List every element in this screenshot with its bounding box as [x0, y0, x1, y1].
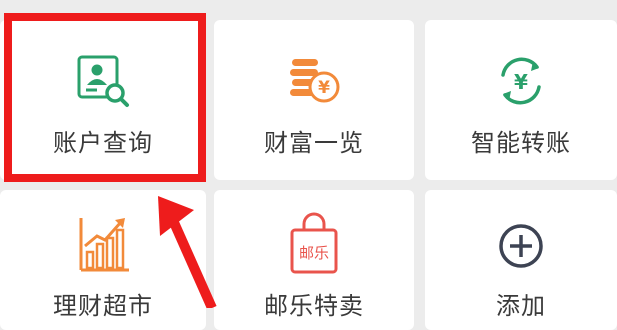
- account-query-tile[interactable]: 账户查询: [0, 20, 206, 180]
- youle-sale-tile[interactable]: 邮乐 邮乐特卖: [214, 190, 414, 330]
- tile-label: 智能转账: [471, 129, 571, 157]
- svg-text:¥: ¥: [514, 70, 528, 94]
- bag-text: 邮乐: [299, 244, 329, 262]
- account-search-icon: [77, 55, 129, 107]
- tile-label: 账户查询: [53, 129, 153, 157]
- smart-transfer-tile[interactable]: ¥ 智能转账: [425, 20, 617, 180]
- wealth-market-tile[interactable]: 理财超市: [0, 190, 206, 330]
- tile-label: 邮乐特卖: [264, 292, 364, 320]
- growth-chart-icon: [79, 218, 129, 272]
- coins-yen-icon: ¥: [290, 59, 340, 103]
- shopping-bag-icon: 邮乐: [290, 212, 338, 274]
- add-tile[interactable]: 添加: [425, 190, 617, 330]
- tile-label: 添加: [496, 292, 546, 320]
- wealth-overview-tile[interactable]: ¥ 财富一览: [214, 20, 414, 180]
- yen-exchange-icon: ¥: [501, 57, 541, 105]
- svg-text:¥: ¥: [318, 78, 330, 98]
- tile-label: 财富一览: [264, 129, 364, 157]
- add-circle-icon: [499, 224, 543, 268]
- tile-label: 理财超市: [53, 292, 153, 320]
